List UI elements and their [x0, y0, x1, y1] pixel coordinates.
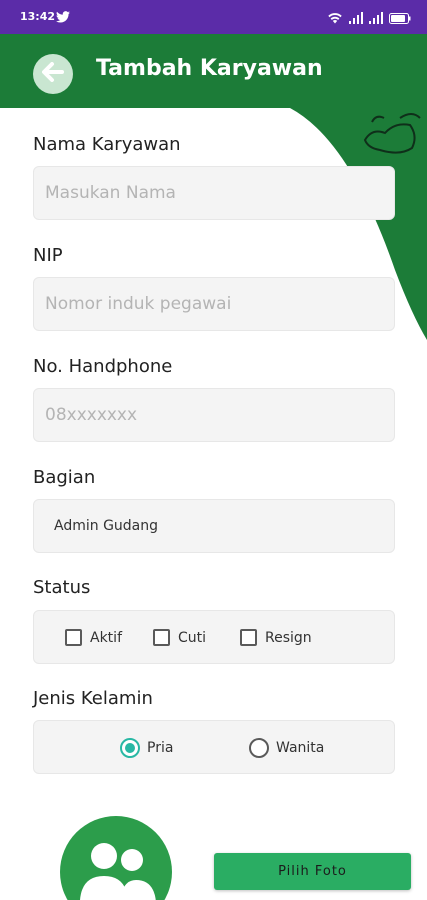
signal-icon	[349, 9, 363, 28]
jenis-kelamin-label: Jenis Kelamin	[33, 688, 153, 709]
back-button[interactable]	[33, 54, 73, 94]
bagian-selected-value: Admin Gudang	[54, 518, 159, 534]
battery-icon	[389, 9, 411, 28]
nama-input[interactable]	[34, 167, 394, 219]
checkbox-box[interactable]	[240, 629, 257, 646]
status-bar: 13:42	[0, 0, 427, 34]
checkbox-label: Aktif	[90, 629, 122, 646]
checkbox-label: Resign	[265, 629, 312, 646]
checkbox-box[interactable]	[153, 629, 170, 646]
nip-label: NIP	[33, 245, 63, 266]
photo-avatar	[60, 816, 172, 900]
status-checkbox-cuti[interactable]: Cuti	[153, 629, 206, 646]
radio-button[interactable]	[120, 738, 140, 758]
status-checkbox-resign[interactable]: Resign	[240, 629, 312, 646]
bagian-select[interactable]: Admin Gudang	[33, 499, 395, 553]
signal-icon	[369, 9, 383, 28]
status-group: Aktif Cuti Resign	[33, 610, 395, 664]
radio-label: Pria	[147, 740, 174, 756]
nama-label: Nama Karyawan	[33, 134, 181, 155]
handphone-input[interactable]	[34, 389, 394, 441]
checkbox-label: Cuti	[178, 629, 207, 646]
nip-input[interactable]	[34, 278, 394, 330]
bagian-label: Bagian	[33, 467, 96, 488]
nama-field-container	[33, 166, 395, 220]
status-checkbox-aktif[interactable]: Aktif	[65, 629, 122, 646]
gender-radio-wanita[interactable]: Wanita	[249, 738, 324, 758]
status-label: Status	[33, 577, 91, 598]
page-title: Tambah Karyawan	[96, 56, 323, 81]
status-time: 13:42	[20, 10, 56, 23]
jenis-kelamin-group: Pria Wanita	[33, 720, 395, 774]
app-bar: Tambah Karyawan	[0, 34, 427, 108]
twitter-icon	[56, 8, 70, 27]
arrow-left-icon	[42, 62, 64, 86]
radio-label: Wanita	[276, 740, 325, 756]
wifi-icon	[327, 9, 343, 28]
handphone-field-container	[33, 388, 395, 442]
checkbox-box[interactable]	[65, 629, 82, 646]
gender-radio-pria[interactable]: Pria	[120, 738, 173, 758]
nip-field-container	[33, 277, 395, 331]
radio-button[interactable]	[249, 738, 269, 758]
pilih-foto-button[interactable]: Pilih Foto	[214, 853, 411, 890]
handphone-label: No. Handphone	[33, 356, 173, 377]
